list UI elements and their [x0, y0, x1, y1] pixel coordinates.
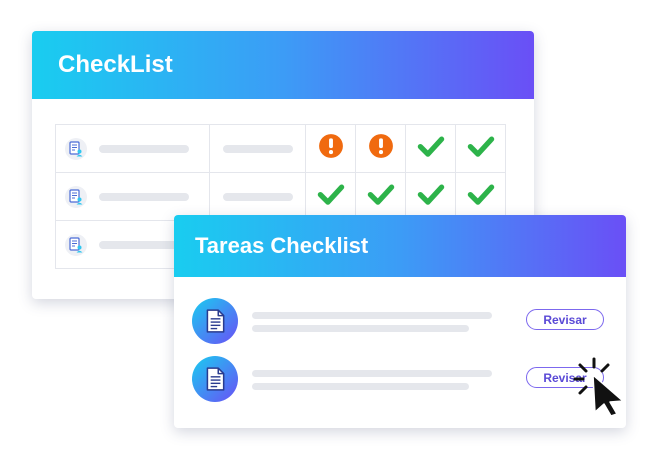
checklist-title: CheckList	[58, 51, 173, 78]
status-cell[interactable]	[305, 172, 356, 221]
check-icon	[316, 179, 346, 209]
document-person-icon	[65, 233, 87, 256]
status-cell[interactable]	[355, 172, 406, 221]
placeholder-text-bar	[252, 383, 469, 390]
check-icon	[466, 179, 496, 209]
document-icon	[192, 356, 238, 402]
arrow-cursor-click-icon	[573, 357, 624, 416]
status-cell[interactable]	[405, 124, 456, 173]
placeholder-text-bar	[222, 144, 293, 153]
checklist-header: CheckList	[32, 31, 534, 99]
tasks-header: Tareas Checklist	[174, 215, 626, 277]
table-row[interactable]	[55, 172, 506, 221]
document-icon	[192, 298, 238, 344]
placeholder-text-bar	[252, 370, 492, 377]
revisar-button[interactable]: Revisar	[526, 309, 604, 330]
check-icon	[366, 179, 396, 209]
check-icon	[416, 179, 446, 209]
placeholder-text-bar	[222, 192, 293, 201]
status-cell[interactable]	[305, 124, 356, 173]
tasks-card: Tareas Checklist Revisar Revisar	[174, 215, 626, 428]
status-cell[interactable]	[355, 124, 406, 173]
tasks-title: Tareas Checklist	[195, 233, 369, 258]
status-cell[interactable]	[405, 172, 456, 221]
document-person-icon	[65, 137, 87, 160]
check-icon	[416, 131, 446, 161]
placeholder-text-bar	[252, 312, 492, 319]
status-cell[interactable]	[455, 124, 506, 173]
check-icon	[466, 131, 496, 161]
placeholder-text-bar	[252, 325, 469, 332]
task-item: Revisar	[192, 297, 612, 347]
table-row[interactable]	[55, 124, 506, 173]
placeholder-text-bar	[99, 144, 189, 153]
status-cell[interactable]	[455, 172, 506, 221]
warning-icon	[318, 133, 344, 159]
warning-icon	[368, 133, 394, 159]
placeholder-text-bar	[99, 192, 189, 201]
document-person-icon	[65, 185, 87, 208]
task-item: Revisar	[192, 355, 612, 405]
